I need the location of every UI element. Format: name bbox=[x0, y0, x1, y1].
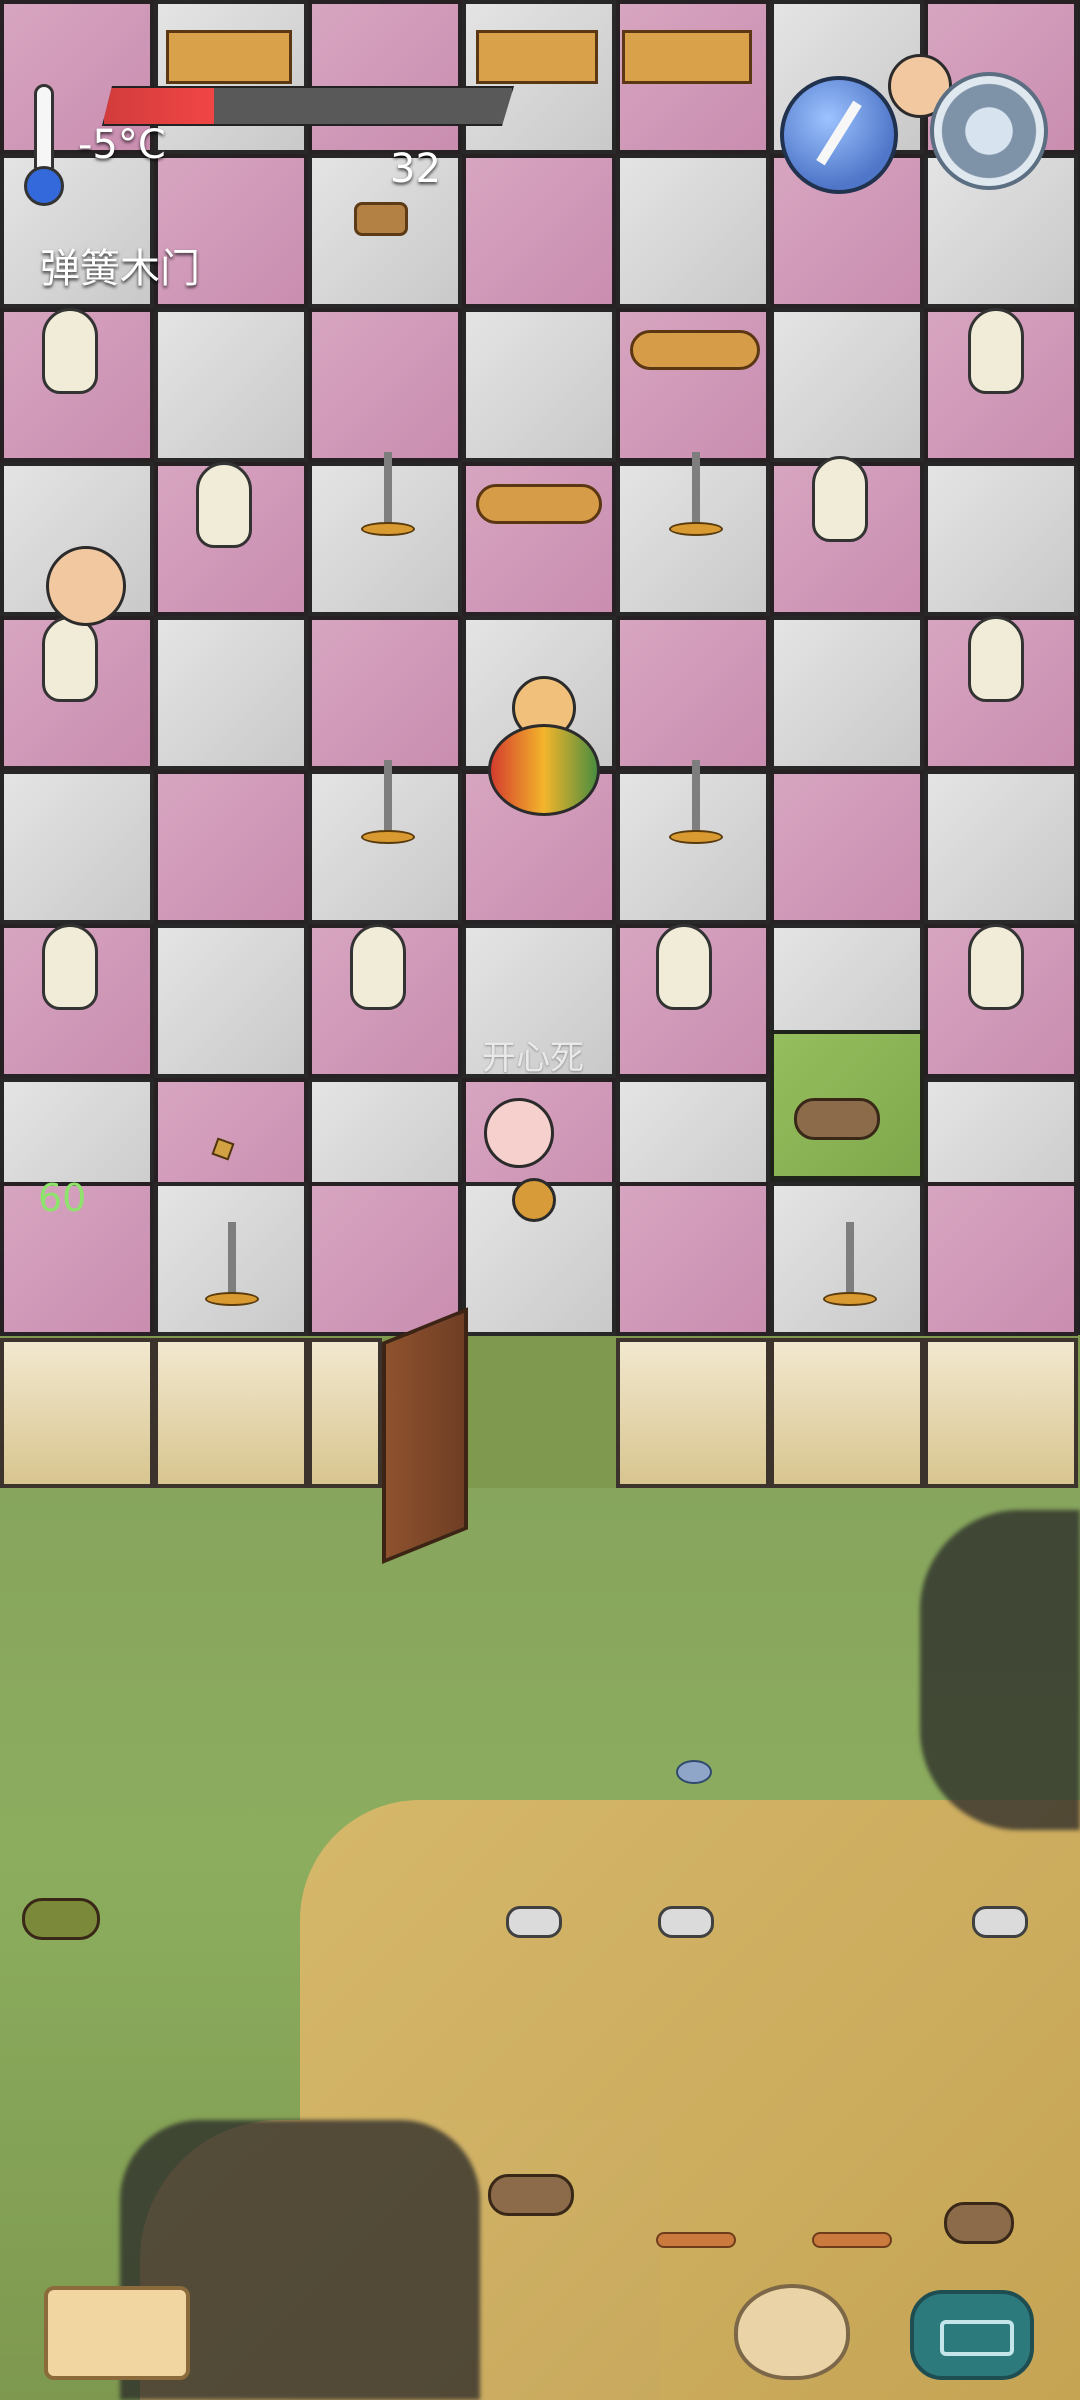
floor-tile bbox=[770, 616, 924, 770]
stand-base bbox=[205, 1292, 259, 1306]
player-character-body[interactable] bbox=[512, 1178, 556, 1222]
stand-base bbox=[361, 522, 415, 536]
emote-text: 开心死 bbox=[482, 1038, 584, 1078]
floor-tile bbox=[308, 0, 462, 154]
game-screen: -5°C 32 弹簧木门 60 开心死 bbox=[0, 0, 1080, 2400]
basket[interactable] bbox=[354, 202, 408, 236]
floor-tile bbox=[154, 924, 308, 1078]
mannequin[interactable] bbox=[968, 308, 1024, 394]
bread-loaf[interactable] bbox=[476, 484, 602, 524]
floor-tile bbox=[616, 616, 770, 770]
mannequin[interactable] bbox=[812, 456, 868, 542]
stone-wall-block bbox=[770, 1338, 924, 1488]
empty-stand[interactable] bbox=[692, 760, 700, 832]
stone-wall-block bbox=[154, 1338, 308, 1488]
player-character-head[interactable] bbox=[484, 1098, 554, 1168]
mannequin[interactable] bbox=[196, 462, 252, 548]
floor-tile bbox=[0, 770, 154, 924]
dead-rabbit[interactable] bbox=[794, 1098, 880, 1140]
food-count: 32 bbox=[390, 146, 441, 192]
mannequin[interactable] bbox=[656, 924, 712, 1010]
floor-tile bbox=[308, 308, 462, 462]
floor-tile bbox=[154, 770, 308, 924]
floor-tile bbox=[308, 1182, 462, 1336]
carrot[interactable] bbox=[812, 2232, 892, 2248]
nearby-player[interactable] bbox=[46, 546, 126, 626]
dead-rabbit[interactable] bbox=[944, 2202, 1014, 2244]
floor-tile bbox=[308, 616, 462, 770]
spring-wooden-door[interactable] bbox=[382, 1307, 468, 1564]
stone-wall-block bbox=[308, 1338, 382, 1488]
mannequin[interactable] bbox=[42, 616, 98, 702]
floor-tile bbox=[462, 308, 616, 462]
stone-wall-block bbox=[924, 1338, 1078, 1488]
floor-tile bbox=[770, 308, 924, 462]
mannequin[interactable] bbox=[42, 924, 98, 1010]
empty-stand[interactable] bbox=[228, 1222, 236, 1294]
settings-gear-icon[interactable] bbox=[930, 72, 1048, 190]
floor-tile bbox=[924, 462, 1078, 616]
handcart[interactable] bbox=[622, 30, 752, 84]
selected-item-title: 弹簧木门 bbox=[40, 246, 200, 292]
keyboard-icon[interactable] bbox=[910, 2290, 1034, 2380]
mannequin[interactable] bbox=[968, 616, 1024, 702]
temperature-value: -5°C bbox=[78, 122, 166, 168]
floor-tile bbox=[924, 770, 1078, 924]
green-counter: 60 bbox=[38, 1176, 87, 1220]
floor-tile bbox=[770, 770, 924, 924]
mannequin[interactable] bbox=[968, 924, 1024, 1010]
bowl[interactable] bbox=[676, 1760, 712, 1784]
empty-stand[interactable] bbox=[384, 760, 392, 832]
emote-face-icon[interactable] bbox=[734, 2284, 850, 2380]
health-bar-fill bbox=[104, 88, 214, 124]
floor-tile bbox=[154, 616, 308, 770]
stone-pile[interactable] bbox=[972, 1906, 1028, 1938]
dark-mist bbox=[920, 1510, 1080, 1830]
mannequin[interactable] bbox=[350, 924, 406, 1010]
empty-stand[interactable] bbox=[384, 452, 392, 524]
floor-tile bbox=[154, 308, 308, 462]
floor-tile bbox=[462, 154, 616, 308]
compass-icon[interactable] bbox=[780, 76, 898, 194]
empty-stand[interactable] bbox=[846, 1222, 854, 1294]
floor-tile bbox=[616, 154, 770, 308]
stand-base bbox=[669, 830, 723, 844]
empty-stand[interactable] bbox=[692, 452, 700, 524]
floor-tile bbox=[616, 1182, 770, 1336]
mannequin[interactable] bbox=[42, 308, 98, 394]
plant-bundle[interactable] bbox=[22, 1898, 100, 1940]
stand-base bbox=[823, 1292, 877, 1306]
thermometer-bulb bbox=[24, 166, 64, 206]
villager-outfit[interactable] bbox=[488, 724, 600, 816]
thermometer-icon bbox=[24, 84, 64, 206]
handcart[interactable] bbox=[166, 30, 292, 84]
handcart[interactable] bbox=[476, 30, 598, 84]
carrot[interactable] bbox=[656, 2232, 736, 2248]
stone-wall-block bbox=[0, 1338, 154, 1488]
stone-pile[interactable] bbox=[658, 1906, 714, 1938]
book-icon[interactable] bbox=[44, 2286, 190, 2380]
health-bar bbox=[102, 86, 514, 126]
dead-rabbit[interactable] bbox=[488, 2174, 574, 2216]
bread-loaf[interactable] bbox=[630, 330, 760, 370]
stone-wall-block bbox=[616, 1338, 770, 1488]
floor-tile bbox=[924, 1182, 1078, 1336]
stand-base bbox=[361, 830, 415, 844]
stone-pile[interactable] bbox=[506, 1906, 562, 1938]
stand-base bbox=[669, 522, 723, 536]
